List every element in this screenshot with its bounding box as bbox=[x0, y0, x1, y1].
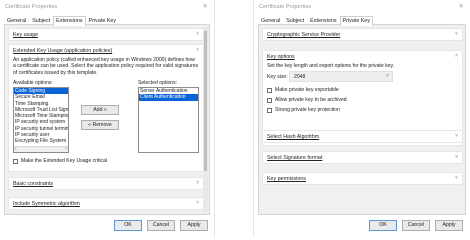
key-options-description: Set the key length and export options fo… bbox=[267, 63, 395, 69]
archive-label: Allow private key to be archived bbox=[275, 97, 347, 103]
symmetric-algorithm-title: Include Symmetric algorithm bbox=[13, 201, 80, 207]
signature-format-title: Select Signature format bbox=[267, 155, 323, 161]
eku-section: Extended Key Usage (application policies… bbox=[8, 44, 204, 172]
chevron-down-icon: ˅ bbox=[386, 73, 389, 79]
chevron-up-icon[interactable]: ˄ bbox=[196, 47, 199, 53]
critical-checkbox-label: Make the Extended Key Usage critical bbox=[21, 158, 108, 164]
window-title: Certificate Properties bbox=[5, 4, 58, 10]
horizontal-scrollbar[interactable]: ‹ › bbox=[14, 146, 68, 152]
certificate-properties-dialog-right: Certificate Properties ✕ General Subject… bbox=[253, 0, 470, 237]
scrollbar-thumb[interactable] bbox=[204, 31, 207, 171]
strong-protection-checkbox[interactable] bbox=[267, 108, 272, 113]
tab-extensions[interactable]: Extensions bbox=[53, 16, 86, 26]
key-options-title[interactable]: Key options bbox=[267, 54, 295, 60]
tab-private-key[interactable]: Private Key bbox=[339, 16, 374, 26]
available-options-list[interactable]: Code Signing Secure Email Time Stamping … bbox=[13, 87, 69, 153]
chevron-up-icon[interactable]: ˄ bbox=[455, 53, 458, 59]
title-bar: Certificate Properties ✕ bbox=[254, 0, 470, 14]
cancel-button[interactable]: Cancel bbox=[402, 220, 430, 231]
list-item[interactable]: Encrypting File System bbox=[14, 138, 68, 144]
chevron-down-icon: ˅ bbox=[455, 31, 458, 37]
certificate-properties-dialog-left: Certificate Properties ✕ General Subject… bbox=[0, 0, 215, 237]
eku-description: An application policy (called enhanced k… bbox=[13, 57, 199, 76]
panel-scrollbar[interactable] bbox=[203, 27, 208, 212]
apply-button[interactable]: Apply bbox=[180, 220, 208, 231]
available-options-label: Available options: bbox=[13, 80, 53, 86]
key-permissions-title: Key permissions bbox=[267, 176, 306, 182]
remove-button[interactable]: « Remove bbox=[81, 120, 119, 130]
chevron-down-icon: ˅ bbox=[196, 180, 199, 186]
hash-algorithm-title: Select Hash Algorithm bbox=[267, 134, 320, 140]
key-size-label: Key size: bbox=[267, 74, 288, 80]
csp-section[interactable]: Cryptographic Service Provider ˅ bbox=[262, 28, 463, 41]
chevron-down-icon: ˅ bbox=[455, 154, 458, 160]
critical-checkbox[interactable] bbox=[13, 159, 18, 164]
chevron-down-icon: ˅ bbox=[455, 175, 458, 181]
selected-options-list[interactable]: Server Authentication Client Authenticat… bbox=[138, 87, 199, 153]
close-icon[interactable]: ✕ bbox=[203, 3, 208, 10]
private-key-panel: Cryptographic Service Provider ˅ Key opt… bbox=[258, 24, 466, 215]
list-item[interactable]: IP security end system bbox=[14, 119, 68, 125]
basic-constraints-section[interactable]: Basic constraints ˅ bbox=[8, 177, 204, 190]
strong-protection-label: Strong private key protection bbox=[275, 107, 340, 113]
csp-title: Cryptographic Service Provider bbox=[267, 32, 341, 38]
list-item[interactable]: Client Authentication bbox=[139, 94, 198, 101]
hash-algorithm-section[interactable]: Select Hash Algorithm ˅ bbox=[262, 130, 463, 143]
extensions-panel: Key usage ˅ Extended Key Usage (applicat… bbox=[4, 24, 210, 215]
key-size-input[interactable]: 2048 ˅ bbox=[289, 71, 393, 82]
signature-format-section[interactable]: Select Signature format ˅ bbox=[262, 151, 463, 164]
basic-constraints-title: Basic constraints bbox=[13, 181, 54, 187]
exportable-checkbox[interactable] bbox=[267, 88, 272, 93]
selected-options-label: Selected options: bbox=[138, 80, 178, 86]
ok-button[interactable]: OK bbox=[369, 220, 397, 231]
symmetric-algorithm-section[interactable]: Include Symmetric algorithm ˅ bbox=[8, 197, 204, 210]
cancel-button[interactable]: Cancel bbox=[147, 220, 175, 231]
key-usage-title: Key usage bbox=[13, 32, 39, 38]
key-size-value: 2048 bbox=[294, 74, 306, 80]
window-title: Certificate Properties bbox=[259, 4, 312, 10]
chevron-down-icon: ˅ bbox=[196, 31, 199, 37]
title-bar: Certificate Properties ✕ bbox=[0, 0, 214, 14]
eku-title[interactable]: Extended Key Usage (application policies… bbox=[13, 48, 112, 54]
scroll-left-icon[interactable]: ‹ bbox=[15, 146, 17, 152]
exportable-label: Make private key exportable bbox=[275, 87, 339, 93]
close-icon[interactable]: ✕ bbox=[459, 3, 464, 10]
scroll-right-icon[interactable]: › bbox=[65, 146, 67, 152]
key-usage-section[interactable]: Key usage ˅ bbox=[8, 28, 204, 41]
archive-checkbox[interactable] bbox=[267, 98, 272, 103]
chevron-down-icon: ˅ bbox=[196, 200, 199, 206]
ok-button[interactable]: OK bbox=[114, 220, 142, 231]
add-button[interactable]: Add » bbox=[81, 105, 119, 115]
apply-button[interactable]: Apply bbox=[435, 220, 463, 231]
chevron-down-icon: ˅ bbox=[455, 133, 458, 139]
key-permissions-section[interactable]: Key permissions ˅ bbox=[262, 172, 463, 185]
